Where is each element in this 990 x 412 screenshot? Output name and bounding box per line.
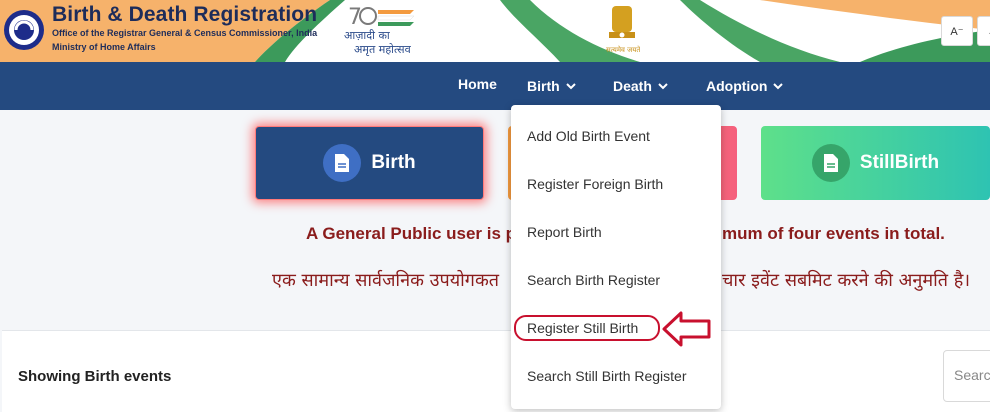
nav-home[interactable]: Home xyxy=(458,76,497,92)
document-icon xyxy=(811,144,850,182)
events-panel: Showing Birth events Searc xyxy=(2,330,990,412)
nav-death[interactable]: Death xyxy=(613,78,668,94)
highlight-annotation xyxy=(514,315,660,341)
notice-hindi-right: चार इवेंट सबमिट करने की अनुमति है। xyxy=(722,270,971,291)
menu-item-search-still-birth-register[interactable]: Search Still Birth Register xyxy=(527,368,687,384)
font-decrease-button[interactable]: A⁻ xyxy=(941,16,973,46)
nav-adoption[interactable]: Adoption xyxy=(706,78,784,94)
site-header: Birth & Death Registration Office of the… xyxy=(0,0,990,62)
notice-english-right: mum of four events in total. xyxy=(722,224,945,243)
arrow-left-icon xyxy=(662,311,711,347)
birth-card-label: Birth xyxy=(371,152,416,173)
font-increase-button[interactable]: A xyxy=(977,16,990,46)
chevron-down-icon xyxy=(565,83,576,90)
chevron-down-icon xyxy=(773,83,784,90)
azadi-text-line2: अमृत महोत्सव xyxy=(354,43,411,56)
menu-item-report-birth[interactable]: Report Birth xyxy=(527,224,602,240)
menu-item-search-birth-register[interactable]: Search Birth Register xyxy=(527,272,660,288)
stillbirth-card-label: StillBirth xyxy=(859,152,940,173)
menu-item-register-foreign-birth[interactable]: Register Foreign Birth xyxy=(527,176,663,192)
chevron-down-icon xyxy=(658,83,668,90)
svg-text:सत्यमेव जयते: सत्यमेव जयते xyxy=(606,45,640,54)
rgi-logo-icon xyxy=(4,10,44,50)
notice-hindi-left: एक सामान्य सार्वजनिक उपयोगकत xyxy=(272,270,500,291)
site-title: Birth & Death Registration xyxy=(52,3,318,26)
notice-english-left: A General Public user is p xyxy=(306,224,517,243)
birth-category-card[interactable]: Birth xyxy=(255,126,484,200)
ministry-label: Ministry of Home Affairs xyxy=(52,42,156,52)
nav-adoption-label: Adoption xyxy=(706,78,768,94)
stillbirth-category-card[interactable]: StillBirth xyxy=(761,126,990,200)
azadi-text-line1: आज़ादी का xyxy=(344,29,390,42)
panel-title: Showing Birth events xyxy=(18,368,172,385)
search-input[interactable]: Searc xyxy=(943,350,990,402)
nav-birth[interactable]: Birth xyxy=(527,78,576,94)
nav-home-label: Home xyxy=(458,76,497,92)
menu-item-add-old-birth-event[interactable]: Add Old Birth Event xyxy=(527,128,650,144)
nav-birth-label: Birth xyxy=(527,78,560,94)
national-emblem-icon: सत्यमेव जयते xyxy=(606,6,640,54)
birth-dropdown-menu: Add Old Birth Event Register Foreign Bir… xyxy=(511,105,721,409)
main-navbar: Home Birth Death Adoption xyxy=(0,62,990,110)
nav-death-label: Death xyxy=(613,78,652,94)
document-icon xyxy=(323,144,362,182)
site-subtitle: Office of the Registrar General & Census… xyxy=(52,28,318,38)
